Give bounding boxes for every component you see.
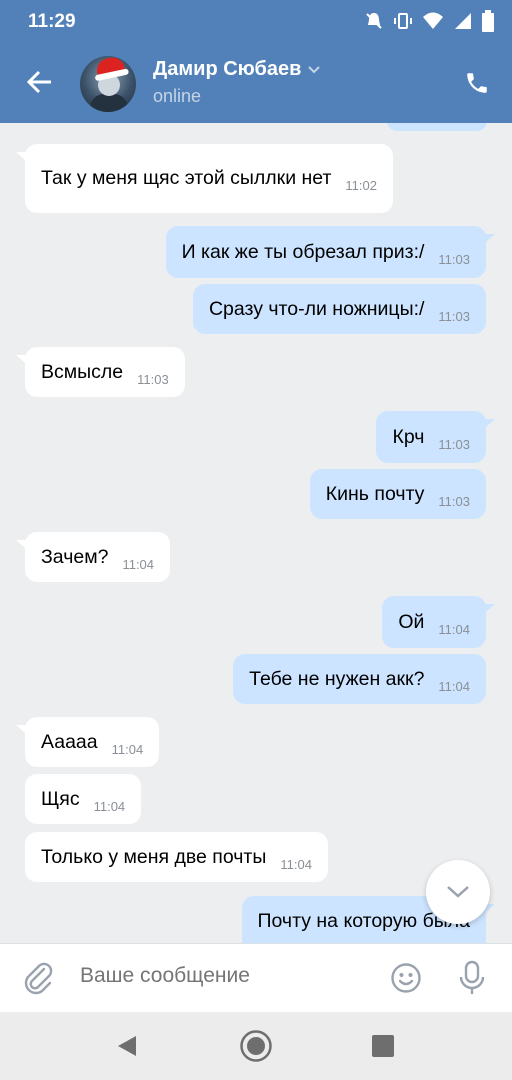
message-incoming[interactable]: Всмысле 11:03 xyxy=(16,347,185,397)
message-incoming[interactable]: Так у меня щяс этой сыллки нет 11:02 xyxy=(16,144,393,213)
message-incoming[interactable]: Ааааа 11:04 xyxy=(16,717,160,767)
battery-icon xyxy=(482,10,494,32)
back-arrow-icon[interactable] xyxy=(24,66,56,98)
contact-name: Дамир Сюбаев xyxy=(153,58,302,80)
message-time: 11:04 xyxy=(122,556,155,572)
message-composer xyxy=(0,943,512,1012)
status-icons xyxy=(364,10,494,32)
avatar[interactable] xyxy=(80,56,136,112)
message-text: Зачем? xyxy=(41,545,109,568)
message-text: Ой xyxy=(398,610,425,633)
message-time: 11:03 xyxy=(438,308,470,324)
chevron-down-icon xyxy=(447,886,469,898)
message-text: Сразу что-ли ножницы:/ xyxy=(208,297,425,320)
message-time: 11:04 xyxy=(438,678,470,694)
nav-recents-icon[interactable] xyxy=(372,1035,394,1057)
message-text: Щяс xyxy=(41,787,80,810)
message-text: Кинь почту xyxy=(325,482,425,505)
status-time: 11:29 xyxy=(28,11,76,32)
message-list[interactable]: Так у меня щяс этой сыллки нет 11:02 И к… xyxy=(0,123,512,943)
message-incoming[interactable]: Зачем? 11:04 xyxy=(16,532,171,582)
paperclip-icon[interactable] xyxy=(22,961,56,995)
scroll-down-button[interactable] xyxy=(426,860,490,924)
message-time: 11:03 xyxy=(137,371,169,387)
nav-back-icon[interactable] xyxy=(116,1034,138,1058)
message-outgoing[interactable]: И как же ты обрезал приз:/ 11:03 xyxy=(165,226,495,278)
message-outgoing[interactable]: Сразу что-ли ножницы:/ 11:03 xyxy=(192,284,486,334)
status-bar: 11:29 xyxy=(0,0,512,44)
partial-message xyxy=(387,123,487,131)
message-time: 11:04 xyxy=(111,741,144,757)
smile-icon[interactable] xyxy=(390,962,422,994)
app-header: 11:29 Дамир Сюбаев online xyxy=(0,0,512,123)
message-text: Так у меня щяс этой сыллки нет xyxy=(41,167,332,189)
message-text: И как же ты обрезал приз:/ xyxy=(181,240,425,263)
bell-off-icon xyxy=(366,13,382,29)
message-outgoing[interactable]: Ой 11:04 xyxy=(382,596,495,648)
vibrate-icon xyxy=(394,13,412,29)
signal-icon xyxy=(455,13,471,29)
message-text: Только у меня две почты xyxy=(41,845,267,868)
message-time: 11:02 xyxy=(345,178,377,193)
microphone-icon[interactable] xyxy=(457,960,487,996)
nav-home-icon[interactable] xyxy=(239,1029,273,1063)
message-time: 11:04 xyxy=(438,621,470,637)
message-time: 11:04 xyxy=(280,856,312,872)
message-input[interactable] xyxy=(80,964,360,988)
message-incoming[interactable]: Щяс 11:04 xyxy=(25,774,142,824)
message-outgoing[interactable]: Тебе не нужен акк? 11:04 xyxy=(233,654,486,704)
message-time: 11:04 xyxy=(93,798,126,814)
message-incoming[interactable]: Только у меня две почты 11:04 xyxy=(25,832,328,882)
message-text: Тебе не нужен акк? xyxy=(249,667,425,690)
message-text: Ааааа xyxy=(41,730,98,753)
phone-icon[interactable] xyxy=(464,70,490,96)
wifi-icon xyxy=(423,12,443,29)
system-nav-bar xyxy=(0,1012,512,1080)
message-time: 11:03 xyxy=(438,493,470,509)
contact-name-row[interactable]: Дамир Сюбаев xyxy=(153,58,321,81)
message-time: 11:03 xyxy=(438,436,470,452)
message-text: Всмысле xyxy=(41,360,124,383)
chevron-down-icon xyxy=(308,65,321,73)
message-outgoing[interactable]: Крч 11:03 xyxy=(376,411,495,463)
message-text: Крч xyxy=(392,425,425,448)
message-time: 11:03 xyxy=(438,251,470,267)
presence-status: online xyxy=(153,86,202,106)
message-outgoing[interactable]: Кинь почту 11:03 xyxy=(309,469,486,519)
